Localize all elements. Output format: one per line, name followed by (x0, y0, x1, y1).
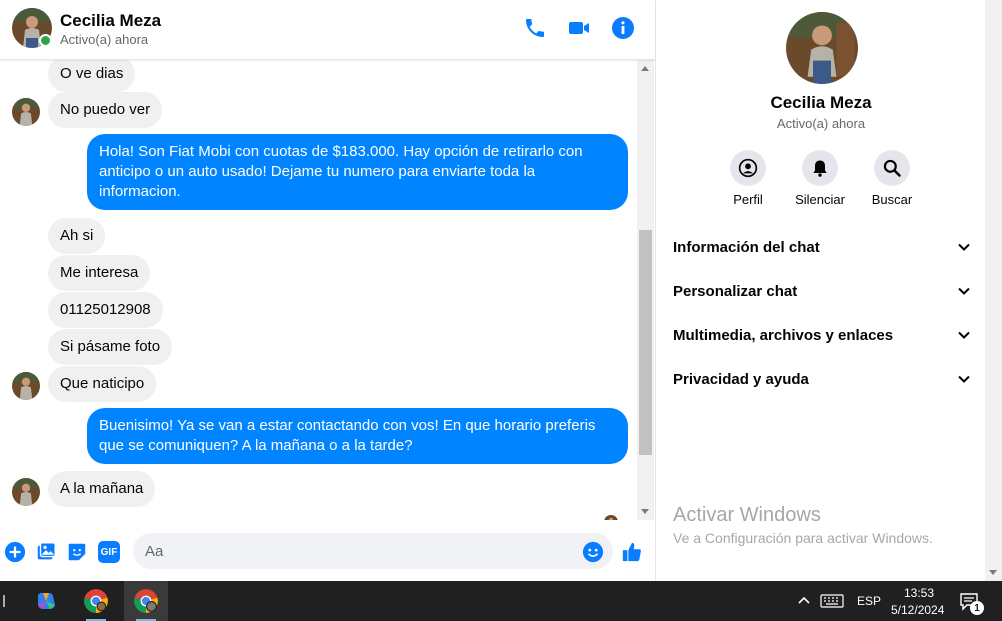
message-incoming[interactable]: A la mañana (48, 471, 156, 507)
message-outgoing[interactable]: Buenisimo! Ya se van a estar contactando… (87, 408, 628, 464)
message-incoming[interactable]: Si pásame foto (48, 329, 173, 365)
message-incoming[interactable]: No puedo ver (48, 92, 163, 128)
chat-header: Cecilia Meza Activo(a) ahora (0, 0, 655, 60)
section-label: Multimedia, archivos y enlaces (673, 326, 894, 344)
chat-info-panel: Cecilia Meza Activo(a) ahora Perfil Sile… (655, 0, 985, 581)
gif-icon[interactable]: GIF (98, 541, 120, 563)
profile-label: Perfil (733, 192, 763, 207)
mute-label: Silenciar (795, 192, 845, 207)
emoji-icon[interactable] (582, 541, 604, 563)
section-chat-info[interactable]: Información del chat (673, 231, 971, 263)
chat-scrollbar[interactable] (637, 60, 654, 520)
contact-status: Activo(a) ahora (60, 32, 149, 47)
contact-avatar-small (12, 98, 40, 126)
activate-windows-subtitle: Ve a Configuración para activar Windows. (673, 530, 933, 546)
section-label: Privacidad y ayuda (673, 370, 809, 388)
online-status-dot (39, 34, 52, 47)
chrome-icon (84, 589, 108, 613)
section-privacy-help[interactable]: Privacidad y ayuda (673, 363, 971, 395)
message-incoming[interactable]: O ve dias (48, 60, 136, 92)
copilot-taskbar-button[interactable] (24, 581, 68, 621)
scroll-thumb[interactable] (639, 230, 652, 455)
clock-date[interactable]: 5/12/2024 (891, 603, 944, 617)
taskbar-edge-marker (3, 595, 5, 607)
bell-icon (813, 160, 827, 177)
info-contact-status: Activo(a) ahora (776, 116, 866, 131)
profile-button[interactable]: Perfil (708, 150, 788, 207)
section-media-files-links[interactable]: Multimedia, archivos y enlaces (673, 319, 971, 351)
clock-time[interactable]: 13:53 (904, 586, 934, 600)
section-customize-chat[interactable]: Personalizar chat (673, 275, 971, 307)
message-incoming[interactable]: Me interesa (48, 255, 151, 291)
info-contact-name: Cecilia Meza (770, 93, 872, 112)
mute-button[interactable]: Silenciar (780, 150, 860, 207)
contact-avatar-small (12, 372, 40, 400)
chrome-profile-taskbar-button[interactable] (124, 581, 168, 621)
message-outgoing[interactable]: Hola! Son Fiat Mobi con cuotas de $183.0… (87, 134, 628, 210)
phone-icon[interactable] (523, 16, 547, 40)
contact-name[interactable]: Cecilia Meza (60, 11, 161, 31)
language-indicator[interactable]: ESP (857, 594, 881, 608)
copilot-icon (38, 592, 55, 609)
scroll-down-arrow[interactable] (641, 509, 649, 514)
profile-icon (738, 158, 758, 178)
search-icon (883, 159, 901, 177)
chevron-up-icon[interactable] (797, 595, 811, 605)
app-window: Cecilia Meza Activo(a) ahora O ve dias N… (0, 0, 1002, 621)
message-incoming[interactable]: Ah si (48, 218, 106, 254)
contact-avatar-small (12, 478, 40, 506)
contact-profile-picture[interactable] (786, 12, 858, 84)
chevron-down-icon (958, 331, 970, 339)
video-camera-icon[interactable] (567, 16, 591, 40)
image-icon[interactable] (35, 541, 57, 563)
chevron-down-icon (958, 243, 970, 251)
chrome-icon (134, 589, 158, 613)
message-list[interactable]: O ve dias No puedo ver Hola! Son Fiat Mo… (0, 60, 637, 520)
message-incoming[interactable]: Que naticipo (48, 366, 157, 402)
section-label: Personalizar chat (673, 282, 798, 300)
keyboard-icon[interactable] (820, 593, 844, 609)
chrome-taskbar-button[interactable] (74, 581, 118, 621)
scroll-down-arrow[interactable] (989, 570, 997, 575)
windows-taskbar: ESP 13:53 5/12/2024 1 (0, 581, 1002, 621)
scroll-up-arrow[interactable] (641, 66, 649, 71)
search-label: Buscar (871, 192, 913, 207)
chat-pane: Cecilia Meza Activo(a) ahora O ve dias N… (0, 0, 655, 581)
message-input[interactable] (133, 533, 613, 569)
notification-count-badge: 1 (970, 601, 984, 615)
activate-windows-title: Activar Windows (673, 504, 821, 526)
message-incoming[interactable]: 01125012908 (48, 292, 163, 328)
chevron-down-icon (958, 375, 970, 383)
search-button[interactable]: Buscar (852, 150, 932, 207)
section-label: Información del chat (673, 238, 820, 256)
sticker-icon[interactable] (66, 541, 88, 563)
message-composer: GIF (0, 520, 655, 581)
info-panel-scrollbar[interactable] (985, 0, 1002, 581)
thumbs-up-icon[interactable] (621, 541, 643, 563)
chevron-down-icon (958, 287, 970, 295)
info-icon[interactable] (611, 16, 635, 40)
plus-icon[interactable] (4, 541, 26, 563)
